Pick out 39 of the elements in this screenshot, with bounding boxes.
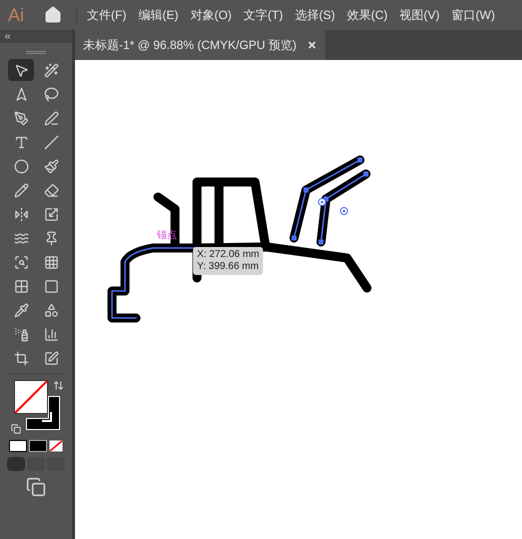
pencil-icon: [14, 182, 28, 198]
tooltip-line: Y: 399.66 mm: [197, 261, 260, 273]
ellipse-icon: [14, 158, 28, 174]
bar-chart-icon: [44, 326, 58, 342]
document-title: 未标题-1* @ 96.88% (CMYK/GPU 预览): [83, 37, 297, 54]
spray-can-icon: [14, 326, 28, 342]
collapse-icon[interactable]: [3, 32, 12, 41]
fill-swatch[interactable]: [14, 380, 48, 414]
paintbrush-icon: [44, 158, 58, 174]
line-icon: [44, 134, 58, 150]
menu-item[interactable]: 文字(T): [244, 6, 283, 24]
magic-wand-icon: [44, 62, 58, 78]
app-logo: Ai: [8, 4, 26, 26]
color-mode-swatch[interactable]: [9, 440, 27, 452]
tool-button[interactable]: [8, 59, 34, 81]
swap-icon[interactable]: [53, 380, 64, 391]
selection-arrow-icon: [14, 62, 28, 78]
home-icon[interactable]: [44, 6, 62, 24]
gradient-mode-swatch[interactable]: [29, 440, 47, 452]
close-icon[interactable]: [306, 40, 317, 50]
type-icon: [14, 134, 28, 150]
pin-icon: [44, 230, 58, 246]
pen-nib-icon: [14, 110, 28, 126]
menu-item[interactable]: 对象(O): [190, 6, 232, 24]
eyedropper-icon: [14, 302, 28, 318]
menu-item[interactable]: 窗口(W): [452, 6, 495, 24]
document-tab[interactable]: 未标题-1* @ 96.88% (CMYK/GPU 预览): [75, 30, 325, 60]
lasso-icon: [44, 86, 58, 102]
tooltip-line: X: 272.06 mm: [197, 249, 260, 261]
menu-item[interactable]: 视图(V): [400, 6, 440, 24]
menu-item[interactable]: 编辑(E): [138, 6, 178, 24]
menu-item[interactable]: 选择(S): [294, 6, 335, 24]
panel-grip[interactable]: [26, 50, 46, 54]
menu-item[interactable]: 效果(C): [346, 6, 388, 24]
reflect-icon: [14, 206, 28, 222]
none-mode-swatch[interactable]: [49, 440, 63, 452]
menu-item[interactable]: 文件(F): [87, 6, 126, 24]
eraser-icon: [44, 182, 58, 198]
stroke-swatch[interactable]: [26, 396, 60, 430]
